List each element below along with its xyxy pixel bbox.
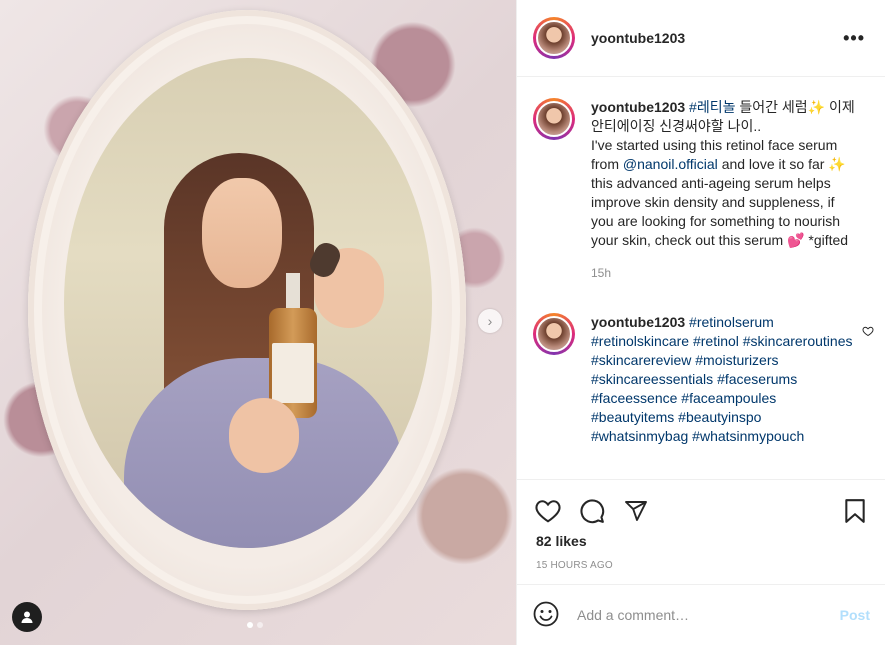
mirror-reflection — [64, 58, 432, 548]
add-comment-bar: Post — [517, 584, 885, 645]
comment-hashtag[interactable]: #moisturizers — [695, 352, 778, 368]
carousel-next-icon[interactable]: › — [478, 309, 502, 333]
comment-hashtag[interactable]: #whatsinmybag — [591, 428, 688, 444]
comment-hashtag[interactable]: #faceessence — [591, 390, 677, 406]
avatar[interactable] — [536, 20, 572, 56]
dropper-glass — [286, 273, 300, 313]
likes-count[interactable]: 82 likes — [536, 533, 587, 549]
like-heart-icon[interactable] — [533, 496, 563, 526]
post-actions: 82 likes 15 HOURS AGO — [517, 479, 885, 584]
like-comment-heart-icon[interactable] — [862, 325, 874, 340]
comment-hashtag[interactable]: #skincareroutines — [743, 333, 853, 349]
comment-username[interactable]: yoontube1203 — [591, 314, 685, 330]
save-bookmark-icon[interactable] — [840, 496, 870, 526]
carousel-dot-active — [247, 622, 253, 628]
post-timestamp[interactable]: 15 HOURS AGO — [536, 560, 613, 571]
story-ring[interactable] — [533, 98, 575, 140]
comment-hashtag[interactable]: #beautyinspo — [678, 409, 761, 425]
caption-mention[interactable]: @nanoil.official — [623, 156, 718, 172]
comment-hashtag[interactable]: #beautyitems — [591, 409, 674, 425]
caption-username[interactable]: yoontube1203 — [591, 99, 685, 115]
caption-body: yoontube1203 #레티놀 들어간 세럼✨ 이제 안티에이징 신경써야할… — [591, 98, 855, 283]
comment-hashtag[interactable]: #faceampoules — [681, 390, 776, 406]
caption-timestamp[interactable]: 15h — [591, 264, 855, 283]
comment-hashtag[interactable]: #retinol — [693, 333, 739, 349]
comment-hashtag[interactable]: #skincarereview — [591, 352, 691, 368]
story-ring[interactable] — [533, 313, 575, 355]
comment-body: yoontube1203 #retinolserum #retinolskinc… — [591, 313, 855, 446]
comment-hashtag[interactable]: #retinolskincare — [591, 333, 689, 349]
carousel-dot — [257, 622, 263, 628]
comment-input[interactable] — [577, 607, 840, 623]
header-username[interactable]: yoontube1203 — [591, 30, 685, 46]
caption-comment: yoontube1203 #레티놀 들어간 세럼✨ 이제 안티에이징 신경써야할… — [517, 78, 885, 283]
hashtag-comment: yoontube1203 #retinolserum #retinolskinc… — [517, 283, 885, 446]
comment-bubble-icon[interactable] — [577, 496, 607, 526]
action-icons — [533, 496, 651, 526]
carousel-indicator — [247, 622, 263, 628]
emoji-icon[interactable] — [533, 601, 561, 629]
comment-hashtag[interactable]: #skincareessentials — [591, 371, 713, 387]
comments-list[interactable]: yoontube1203 #레티놀 들어간 세럼✨ 이제 안티에이징 신경써야할… — [517, 78, 885, 479]
user-tag-icon[interactable] — [12, 602, 42, 632]
post-button[interactable]: Post — [840, 607, 870, 623]
comment-hashtag[interactable]: #retinolserum — [689, 314, 774, 330]
bottle-label — [272, 343, 314, 403]
hand-shape-2 — [229, 398, 299, 473]
comment-hashtag[interactable]: #whatsinmypouch — [692, 428, 804, 444]
face-shape — [202, 178, 282, 288]
post-header: yoontube1203 ••• — [517, 0, 885, 77]
avatar[interactable] — [536, 316, 572, 352]
story-ring[interactable] — [533, 17, 575, 59]
share-paper-plane-icon[interactable] — [621, 496, 651, 526]
more-options-icon[interactable]: ••• — [843, 28, 865, 49]
avatar[interactable] — [536, 101, 572, 137]
post-image[interactable]: › — [0, 0, 516, 645]
post-side-panel: yoontube1203 ••• yoontube1203 #레티놀 들어간 세… — [516, 0, 885, 645]
comment-hashtag[interactable]: #faceserums — [717, 371, 797, 387]
caption-hashtag[interactable]: #레티놀 — [689, 99, 735, 115]
